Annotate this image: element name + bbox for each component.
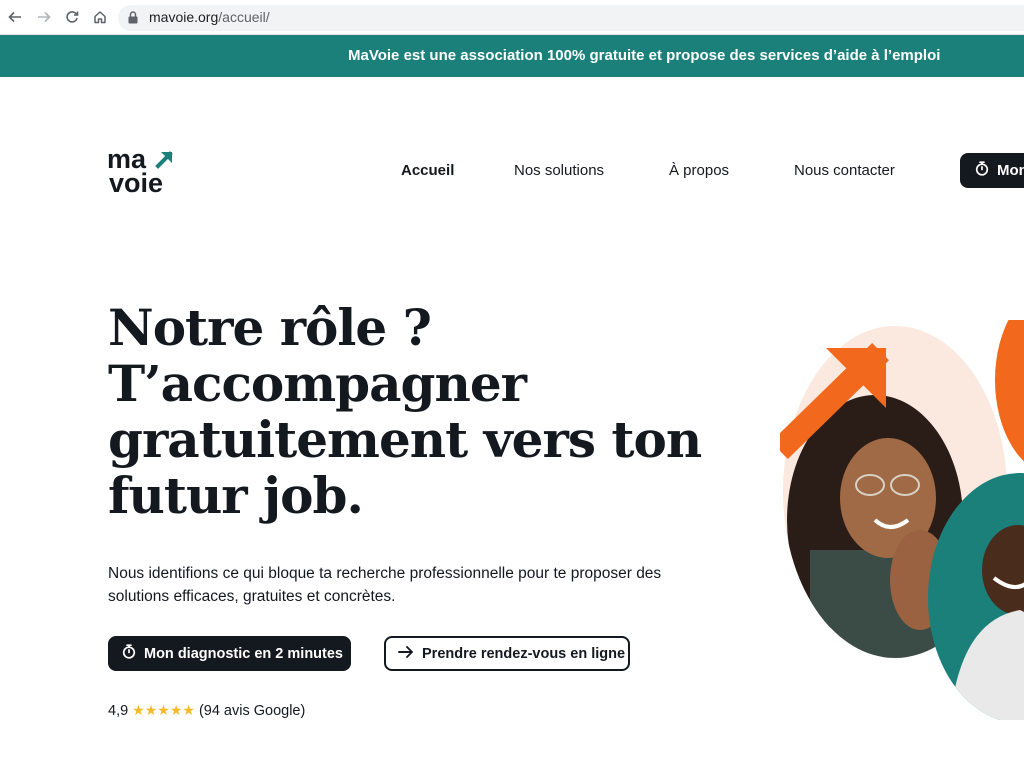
address-bar[interactable]: mavoie.org/accueil/	[118, 5, 1024, 31]
info-banner: MaVoie est une association 100% gratuite…	[0, 35, 1024, 77]
rating-value: 4,9	[108, 702, 129, 719]
nav-link-contact[interactable]: Nous contacter	[794, 162, 895, 179]
hero-title-line: Notre rôle ?	[108, 298, 432, 357]
nav-link-a-propos[interactable]: À propos	[669, 162, 729, 179]
nav-link-accueil[interactable]: Accueil	[401, 162, 454, 179]
browser-toolbar: mavoie.org/accueil/	[0, 0, 1024, 35]
hero-illustration	[780, 320, 1024, 720]
hero-title-line: T’accompagner	[108, 354, 527, 413]
url-text: mavoie.org/accueil/	[149, 9, 270, 25]
diagnostic-button-label: Mon diagnostic en 2 minutes	[144, 645, 343, 662]
home-icon[interactable]	[89, 6, 111, 28]
appointment-button-label: Prendre rendez-vous en ligne	[422, 645, 626, 662]
google-rating: 4,9 ★★★★★ (94 avis Google)	[108, 702, 305, 719]
stopwatch-icon	[122, 644, 136, 663]
url-path: /accueil/	[218, 9, 270, 25]
diagnostic-button[interactable]: Mon diagnostic en 2 minutes	[108, 636, 351, 671]
site-logo[interactable]: ma voie	[107, 145, 187, 199]
banner-text: MaVoie est une association 100% gratuite…	[348, 47, 941, 64]
stopwatch-icon	[975, 161, 989, 180]
appointment-button[interactable]: Prendre rendez-vous en ligne	[384, 636, 630, 671]
lock-icon	[128, 11, 138, 29]
hero-title-line: gratuitement vers ton	[108, 410, 702, 469]
forward-arrow-icon[interactable]	[33, 6, 55, 28]
arrow-right-icon	[398, 645, 414, 663]
nav-link-solutions[interactable]: Nos solutions	[514, 162, 604, 179]
hero-description: Nous identifions ce qui bloque ta recher…	[108, 565, 662, 605]
logo-text-bottom: voie	[109, 168, 164, 198]
header-cta-label: Mon	[997, 162, 1024, 179]
header-diagnostic-button[interactable]: Mon	[960, 153, 1024, 188]
url-domain: mavoie.org	[149, 9, 219, 25]
star-rating-icons: ★★★★★	[132, 702, 195, 718]
hero-title-line: futur job.	[108, 466, 364, 525]
back-arrow-icon[interactable]	[4, 6, 26, 28]
hero-title: Notre rôle ? T’accompagner gratuitement …	[108, 300, 708, 524]
hero-photo-collage	[780, 320, 1024, 720]
reload-icon[interactable]	[61, 6, 83, 28]
rating-count: (94 avis Google)	[198, 702, 306, 719]
